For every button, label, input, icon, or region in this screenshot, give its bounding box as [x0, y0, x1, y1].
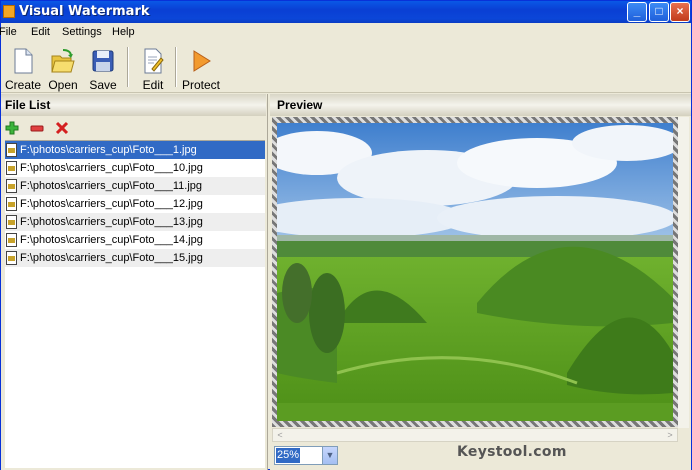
preview-header: Preview: [270, 94, 691, 116]
toolbar-separator: [175, 47, 177, 87]
menu-settings[interactable]: Settings: [62, 26, 102, 38]
edit-label: Edit: [142, 78, 164, 92]
file-row[interactable]: F:\photos\carriers_cup\Foto___15.jpg: [5, 249, 265, 267]
remove-file-icon[interactable]: [29, 120, 45, 136]
title-bar[interactable]: Visual Watermark _ □ ×: [1, 1, 691, 23]
preview-image[interactable]: [277, 123, 673, 421]
zoom-value: 25%: [276, 448, 301, 463]
create-label: Create: [4, 78, 42, 92]
app-icon: [3, 5, 15, 18]
maximize-button[interactable]: □: [649, 2, 669, 22]
zoom-select[interactable]: 25% ▼: [274, 446, 338, 465]
save-button[interactable]: Save: [81, 46, 125, 92]
file-path: F:\photos\carriers_cup\Foto___10.jpg: [20, 162, 203, 174]
file-row[interactable]: F:\photos\carriers_cup\Foto___10.jpg: [5, 159, 265, 177]
preview-frame: [272, 117, 678, 427]
file-row[interactable]: F:\photos\carriers_cup\Foto___14.jpg: [5, 231, 265, 249]
window-title: Visual Watermark: [19, 4, 150, 19]
open-folder-icon: [51, 49, 75, 73]
app-window: Visual Watermark _ □ × File Edit Setting…: [0, 0, 692, 470]
scroll-right-icon[interactable]: >: [663, 429, 677, 441]
save-label: Save: [89, 78, 117, 92]
open-button[interactable]: Open: [41, 46, 85, 92]
play-arrow-icon: [193, 50, 211, 72]
file-path: F:\photos\carriers_cup\Foto___13.jpg: [20, 216, 203, 228]
vertical-scrollbar[interactable]: [678, 117, 689, 428]
image-file-icon: [6, 161, 17, 175]
file-list-panel: File List F:\photos\carriers_cup\Foto___…: [1, 94, 268, 470]
image-file-icon: [6, 233, 17, 247]
horizontal-scrollbar[interactable]: < >: [272, 428, 678, 442]
file-row[interactable]: F:\photos\carriers_cup\Foto___1.jpg: [5, 141, 265, 159]
image-file-icon: [6, 251, 17, 265]
file-path: F:\photos\carriers_cup\Foto___14.jpg: [20, 234, 203, 246]
minimize-button[interactable]: _: [627, 2, 647, 22]
chevron-down-icon[interactable]: ▼: [322, 447, 337, 464]
image-file-icon: [6, 197, 17, 211]
file-list[interactable]: F:\photos\carriers_cup\Foto___1.jpg F:\p…: [5, 140, 265, 468]
protect-button[interactable]: Protect: [179, 46, 223, 92]
file-path: F:\photos\carriers_cup\Foto___1.jpg: [20, 144, 197, 156]
scroll-left-icon[interactable]: <: [273, 429, 287, 441]
file-path: F:\photos\carriers_cup\Foto___12.jpg: [20, 198, 203, 210]
edit-button[interactable]: Edit: [131, 46, 175, 92]
create-button[interactable]: Create: [1, 46, 45, 92]
watermark-text: Keystool.com: [457, 444, 567, 460]
landscape-photo: [277, 123, 673, 421]
toolbar: Create Open Save Edit Protect: [1, 43, 691, 93]
menu-help[interactable]: Help: [112, 26, 135, 38]
menu-bar: File Edit Settings Help: [0, 23, 691, 43]
clear-list-icon[interactable]: [54, 120, 70, 136]
file-row[interactable]: F:\photos\carriers_cup\Foto___13.jpg: [5, 213, 265, 231]
file-row[interactable]: F:\photos\carriers_cup\Foto___11.jpg: [5, 177, 265, 195]
edit-document-icon: [144, 48, 164, 74]
protect-label: Protect: [181, 78, 220, 92]
new-document-icon: [14, 48, 33, 74]
toolbar-separator: [127, 47, 129, 87]
file-path: F:\photos\carriers_cup\Foto___11.jpg: [20, 180, 203, 192]
file-path: F:\photos\carriers_cup\Foto___15.jpg: [20, 252, 203, 264]
file-list-toolbar: [1, 117, 266, 139]
open-label: Open: [48, 78, 78, 92]
add-file-icon[interactable]: [4, 120, 20, 136]
close-button[interactable]: ×: [670, 2, 690, 22]
menu-edit[interactable]: Edit: [31, 26, 50, 38]
preview-panel: Preview < > 25% ▼: [270, 94, 691, 470]
image-file-icon: [6, 143, 17, 157]
menu-file[interactable]: File: [0, 26, 17, 38]
image-file-icon: [6, 215, 17, 229]
floppy-disk-icon: [92, 50, 114, 72]
file-row[interactable]: F:\photos\carriers_cup\Foto___12.jpg: [5, 195, 265, 213]
file-list-header: File List: [1, 94, 266, 116]
image-file-icon: [6, 179, 17, 193]
